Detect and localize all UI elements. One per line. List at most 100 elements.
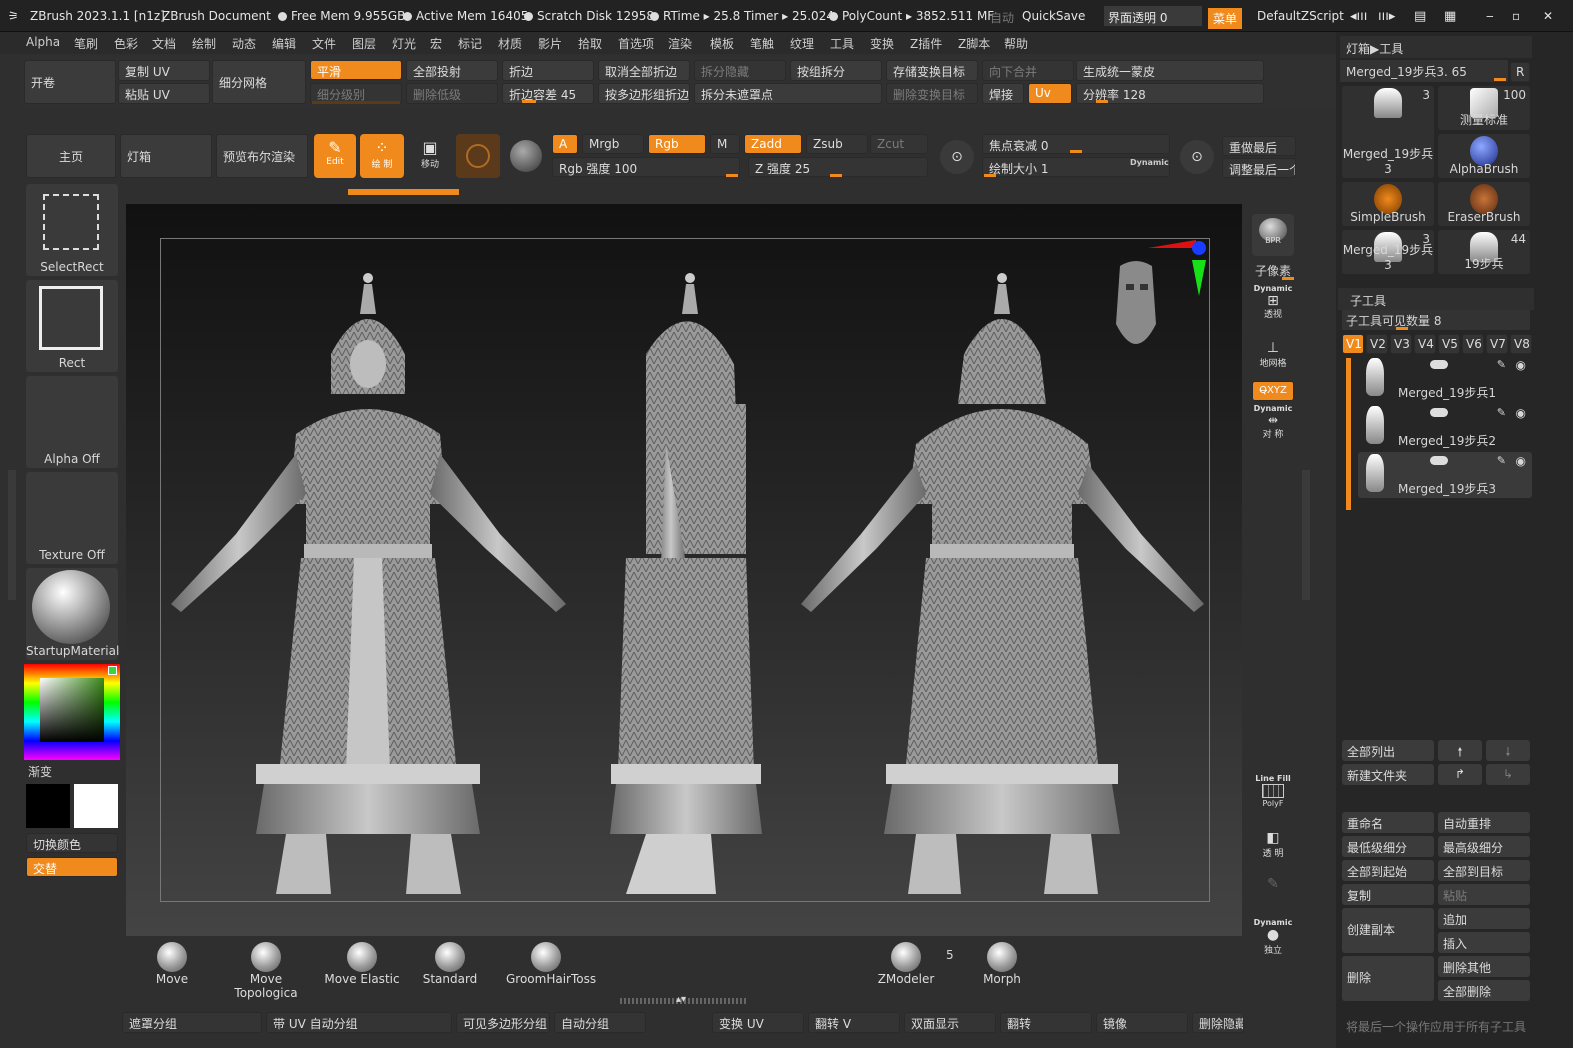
folder-in-icon[interactable]: ↱ bbox=[1438, 764, 1482, 785]
menu-item[interactable]: 模板 bbox=[710, 35, 734, 52]
brush-button[interactable]: Move Elastic bbox=[322, 942, 402, 986]
version-tab[interactable]: V7 bbox=[1486, 334, 1508, 354]
texture-tile[interactable]: Texture Off bbox=[26, 472, 118, 564]
rect-tile[interactable]: Rect bbox=[26, 280, 118, 372]
crease-tolerance-slider[interactable]: 折边容差 45 bbox=[502, 83, 594, 104]
bottom-bar-button[interactable]: 删除隐藏 bbox=[1192, 1012, 1244, 1033]
polypaint-icon[interactable]: ✎ bbox=[1497, 406, 1506, 419]
left-scroll-handle[interactable] bbox=[8, 470, 16, 600]
main-color-swatch[interactable] bbox=[74, 784, 118, 828]
delete-button[interactable]: 删除 bbox=[1342, 956, 1434, 1001]
layout2-icon[interactable]: ▦ bbox=[1444, 9, 1456, 24]
transparency-button[interactable]: ◧ 透 明 bbox=[1252, 826, 1294, 868]
tool-thumbnail[interactable]: 44 19步兵 bbox=[1438, 230, 1530, 274]
bottom-bar-button[interactable]: 带 UV 自动分组 bbox=[266, 1012, 452, 1033]
menu-item[interactable]: 灯光 bbox=[392, 35, 416, 52]
menu-item[interactable]: 首选项 bbox=[618, 35, 654, 52]
menu-item[interactable]: 帮助 bbox=[1004, 35, 1028, 52]
move-mode-button[interactable]: ▣ 移动 bbox=[408, 134, 452, 178]
subtool-item[interactable]: ◉ ✎ Merged_19步兵2 bbox=[1358, 404, 1532, 450]
a-toggle[interactable]: A bbox=[552, 134, 578, 154]
lightbox-button[interactable]: 灯箱 bbox=[120, 134, 212, 178]
polyf-button[interactable]: Line Fill PolyF bbox=[1252, 774, 1294, 818]
brush-button[interactable]: Morph bbox=[962, 942, 1042, 986]
paste-button[interactable]: 粘贴 bbox=[1438, 884, 1530, 905]
version-tab[interactable]: V3 bbox=[1390, 334, 1412, 354]
menu-item[interactable]: 宏 bbox=[430, 35, 442, 52]
unified-skin-button[interactable]: 生成统一蒙皮 bbox=[1076, 60, 1264, 81]
move-up-icon[interactable]: 🠕 bbox=[1438, 740, 1482, 761]
weld-toggle[interactable]: 焊接 bbox=[982, 83, 1024, 104]
split-hidden-button[interactable]: 拆分隐藏 bbox=[694, 60, 786, 81]
menu-item[interactable]: 编辑 bbox=[272, 35, 296, 52]
menu-item[interactable]: Z插件 bbox=[910, 35, 942, 52]
split-unmasked-button[interactable]: 拆分未遮罩点 bbox=[694, 83, 882, 104]
append-button[interactable]: 追加 bbox=[1438, 908, 1530, 929]
project-all-button[interactable]: 全部投射 bbox=[406, 60, 498, 81]
mrgb-toggle[interactable]: Mrgb bbox=[582, 134, 644, 154]
draw-mode-button[interactable]: ⁘ 绘 制 bbox=[360, 134, 404, 178]
brush-button[interactable]: Move bbox=[132, 942, 212, 986]
tool-thumbnail[interactable]: 3 Merged_19步兵3 bbox=[1342, 230, 1434, 274]
secondary-color-swatch[interactable] bbox=[26, 784, 70, 828]
subtool-item[interactable]: ◉ ✎ Merged_19步兵1 bbox=[1358, 356, 1532, 402]
edit-mode-button[interactable]: ✎ Edit bbox=[314, 134, 356, 178]
right-scroll-handle[interactable] bbox=[1302, 470, 1310, 600]
version-tab[interactable]: V5 bbox=[1438, 334, 1460, 354]
menu-item[interactable]: 文档 bbox=[152, 35, 176, 52]
smooth-toggle[interactable]: 平滑 bbox=[310, 60, 402, 80]
zsub-toggle[interactable]: Zsub bbox=[806, 134, 868, 154]
highest-subdiv-button[interactable]: 最高级细分 bbox=[1438, 836, 1530, 857]
delete-other-button[interactable]: 删除其他 bbox=[1438, 956, 1530, 977]
tool-thumbnail[interactable]: 100 测量标准 bbox=[1438, 86, 1530, 130]
eye-icon[interactable]: ◉ bbox=[1516, 454, 1526, 468]
alternate-button[interactable]: 交替 bbox=[26, 857, 118, 877]
tool-header[interactable]: 灯箱▶工具 bbox=[1340, 36, 1532, 58]
close-icon[interactable]: ✕ bbox=[1543, 9, 1553, 23]
menu-item[interactable]: 纹理 bbox=[790, 35, 814, 52]
all-to-target-button[interactable]: 全部到目标 bbox=[1438, 860, 1530, 881]
floor-button[interactable]: ⊥ 地网格 bbox=[1252, 334, 1294, 376]
tool-thumbnail[interactable]: 3 Merged_19步兵3 bbox=[1342, 86, 1434, 178]
home-button[interactable]: 主页 bbox=[26, 134, 116, 178]
crease-button[interactable]: 折边 bbox=[502, 60, 594, 81]
rotate-mode-button[interactable] bbox=[456, 134, 500, 178]
menu-item[interactable]: 文件 bbox=[312, 35, 336, 52]
open-button[interactable]: 开卷 bbox=[24, 60, 116, 104]
tool-thumbnail[interactable]: AlphaBrush bbox=[1438, 134, 1530, 178]
visibility-toggle[interactable] bbox=[1430, 360, 1448, 369]
bottom-bar-button[interactable]: 遮罩分组 bbox=[122, 1012, 262, 1033]
color-picker[interactable] bbox=[24, 664, 120, 760]
material-tile[interactable]: StartupMaterial bbox=[26, 568, 119, 660]
alpha-tile[interactable]: Alpha Off bbox=[26, 376, 118, 468]
zcut-toggle[interactable]: Zcut bbox=[870, 134, 928, 154]
material-sphere-icon[interactable] bbox=[510, 140, 542, 172]
uv-toggle[interactable]: Uv bbox=[1028, 83, 1072, 104]
version-tab[interactable]: V8 bbox=[1510, 334, 1532, 354]
symmetry-button[interactable]: Dynamic ⇹ 对 称 bbox=[1252, 404, 1294, 446]
version-tab[interactable]: V6 bbox=[1462, 334, 1484, 354]
adjust-last-button[interactable]: 调整最后一个 bbox=[1222, 158, 1296, 178]
menu-item[interactable]: 图层 bbox=[352, 35, 376, 52]
version-tab[interactable]: V2 bbox=[1366, 334, 1388, 354]
xyz-toggle[interactable]: Q̶XYZ bbox=[1252, 381, 1294, 401]
menu-item[interactable]: 标记 bbox=[458, 35, 482, 52]
bottom-bar-button[interactable]: 双面显示 bbox=[904, 1012, 996, 1033]
menu-item[interactable]: 拾取 bbox=[578, 35, 602, 52]
menu-item[interactable]: 影片 bbox=[538, 35, 562, 52]
bpr-button[interactable]: BPR bbox=[1252, 214, 1294, 256]
rename-button[interactable]: 重命名 bbox=[1342, 812, 1434, 833]
current-tool-slider[interactable]: Merged_19步兵3. 65 bbox=[1340, 60, 1508, 82]
brush-button[interactable]: ZModeler bbox=[866, 942, 946, 986]
bottom-bar-button[interactable]: 变换 UV bbox=[712, 1012, 804, 1033]
bottom-bar-button[interactable]: 镜像 bbox=[1096, 1012, 1188, 1033]
scroll-right-icon[interactable]: ııı▸ bbox=[1378, 9, 1395, 24]
brush-button[interactable]: Standard bbox=[410, 942, 490, 986]
bpr-preview-button[interactable]: 预览布尔渲染 bbox=[216, 134, 308, 178]
store-morph-button[interactable]: 存储变换目标 bbox=[886, 60, 978, 81]
brush-button[interactable]: GroomHairToss bbox=[506, 942, 596, 986]
visibility-toggle[interactable] bbox=[1430, 408, 1448, 417]
perspective-button[interactable]: Dynamic ⊞ 透视 bbox=[1252, 284, 1294, 326]
scroll-left-icon[interactable]: ◂ııı bbox=[1350, 9, 1367, 24]
auto-reorder-button[interactable]: 自动重排 bbox=[1438, 812, 1530, 833]
